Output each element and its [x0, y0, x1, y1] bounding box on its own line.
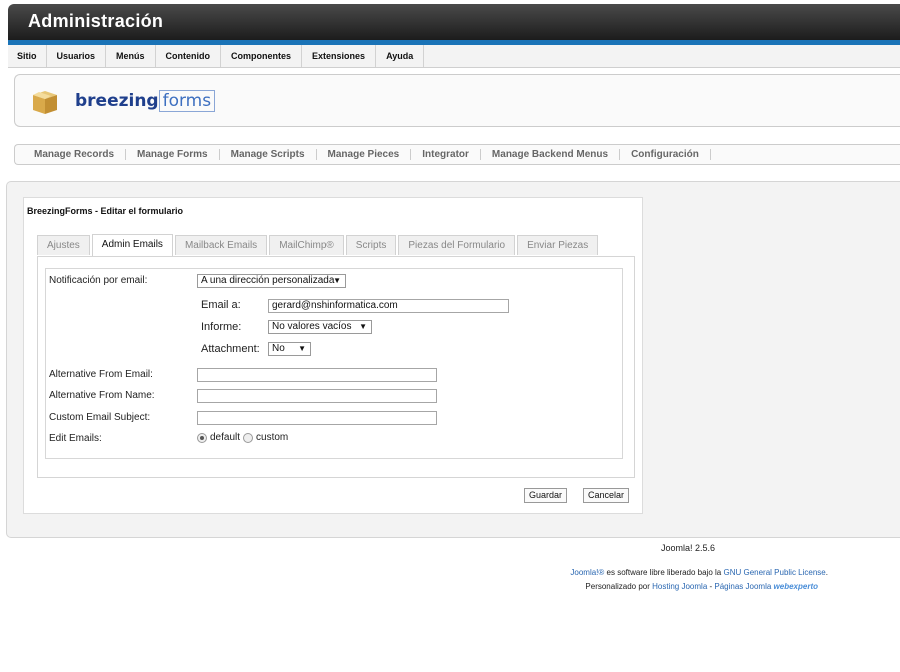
menu-item-sitio[interactable]: Sitio [8, 45, 47, 67]
menu-item-menus[interactable]: Menús [106, 45, 156, 67]
hosting-joomla-link[interactable]: Hosting Joomla [652, 582, 707, 591]
package-box-icon [33, 91, 57, 114]
footer-period: . [825, 568, 828, 577]
footer-text: es software libre liberado bajo la [604, 568, 724, 577]
component-logo-bar: breezing forms [14, 74, 900, 127]
admin-emails-fieldset [45, 268, 623, 459]
tab-piezas-formulario[interactable]: Piezas del Formulario [398, 235, 516, 255]
tab-enviar-piezas[interactable]: Enviar Piezas [517, 235, 599, 255]
gnu-license-link[interactable]: GNU General Public License [723, 568, 825, 577]
radio-default-label: default [210, 432, 241, 443]
submenu-manage-records[interactable]: Manage Records [23, 149, 127, 160]
edit-emails-label: Edit Emails: [49, 433, 102, 444]
admin-title: Administración [28, 11, 164, 31]
report-select-value: No valores vacíos [272, 321, 352, 332]
radio-default[interactable] [197, 432, 207, 443]
alt-from-name-input[interactable] [197, 389, 437, 403]
chevron-down-icon: ▼ [298, 344, 306, 353]
notification-select-value: A una dirección personalizada [201, 275, 335, 286]
joomla-link[interactable]: Joomla!® [570, 568, 604, 577]
menu-item-extensiones[interactable]: Extensiones [302, 45, 377, 67]
email-to-label: Email a: [201, 299, 241, 311]
attachment-select-value: No [272, 343, 285, 354]
submenu-manage-pieces[interactable]: Manage Pieces [317, 149, 412, 160]
webexperto-logo[interactable]: webexperto [774, 582, 818, 591]
chevron-down-icon: ▼ [333, 276, 341, 285]
menu-item-contenido[interactable]: Contenido [156, 45, 222, 67]
component-submenu: Manage Records Manage Forms Manage Scrip… [14, 144, 900, 165]
email-to-input[interactable]: gerard@nshinformatica.com [268, 299, 509, 313]
admin-header: Administración [8, 4, 900, 40]
submenu-integrator[interactable]: Integrator [411, 149, 481, 160]
footer-credits-line: Personalizado por Hosting Joomla - Págin… [0, 582, 818, 591]
custom-subject-input[interactable] [197, 411, 437, 425]
form-editor-title: BreezingForms - Editar el formulario [27, 206, 184, 216]
attachment-label: Attachment: [201, 343, 260, 355]
menu-item-ayuda[interactable]: Ayuda [376, 45, 425, 67]
form-tabs: Ajustes Admin Emails Mailback Emails Mai… [37, 234, 600, 256]
report-select[interactable]: No valores vacíos ▼ [268, 320, 372, 334]
alt-from-email-input[interactable] [197, 368, 437, 382]
custom-subject-label: Custom Email Subject: [49, 412, 151, 423]
tab-scripts[interactable]: Scripts [345, 235, 397, 255]
submenu-manage-forms[interactable]: Manage Forms [126, 149, 220, 160]
breezingforms-logo: breezing forms [75, 90, 216, 112]
logo-text-bold: breezing [75, 91, 159, 111]
alt-from-name-label: Alternative From Name: [49, 390, 155, 401]
footer-version: Joomla! 2.5.6 [661, 543, 716, 553]
menu-item-componentes[interactable]: Componentes [221, 45, 303, 67]
notification-label: Notificación por email: [49, 275, 148, 286]
logo-text-boxed: forms [158, 90, 216, 112]
paginas-joomla-link[interactable]: Páginas Joomla [714, 582, 771, 591]
radio-custom-label: custom [256, 432, 289, 443]
attachment-select[interactable]: No ▼ [268, 342, 311, 356]
footer-credits-text: Personalizado por [585, 582, 653, 591]
tab-mailchimp[interactable]: MailChimp® [269, 235, 344, 255]
alt-from-email-label: Alternative From Email: [49, 369, 153, 380]
cancel-button[interactable]: Cancelar [583, 488, 630, 503]
tab-ajustes[interactable]: Ajustes [37, 235, 90, 255]
save-button[interactable]: Guardar [524, 488, 568, 503]
report-label: Informe: [201, 321, 242, 333]
main-menu-bar: Sitio Usuarios Menús Contenido Component… [8, 45, 900, 68]
menu-item-usuarios[interactable]: Usuarios [47, 45, 107, 67]
tab-admin-emails[interactable]: Admin Emails [91, 234, 173, 256]
footer-license-line: Joomla!® es software libre liberado bajo… [0, 568, 828, 577]
edit-emails-options: default custom [197, 432, 288, 443]
radio-custom[interactable] [243, 432, 254, 443]
chevron-down-icon: ▼ [359, 322, 367, 331]
tab-mailback-emails[interactable]: Mailback Emails [174, 235, 268, 255]
submenu-manage-scripts[interactable]: Manage Scripts [220, 149, 317, 160]
notification-select[interactable]: A una dirección personalizada ▼ [197, 274, 346, 288]
submenu-manage-backend-menus[interactable]: Manage Backend Menus [481, 149, 621, 160]
submenu-configuracion[interactable]: Configuración [620, 149, 711, 160]
